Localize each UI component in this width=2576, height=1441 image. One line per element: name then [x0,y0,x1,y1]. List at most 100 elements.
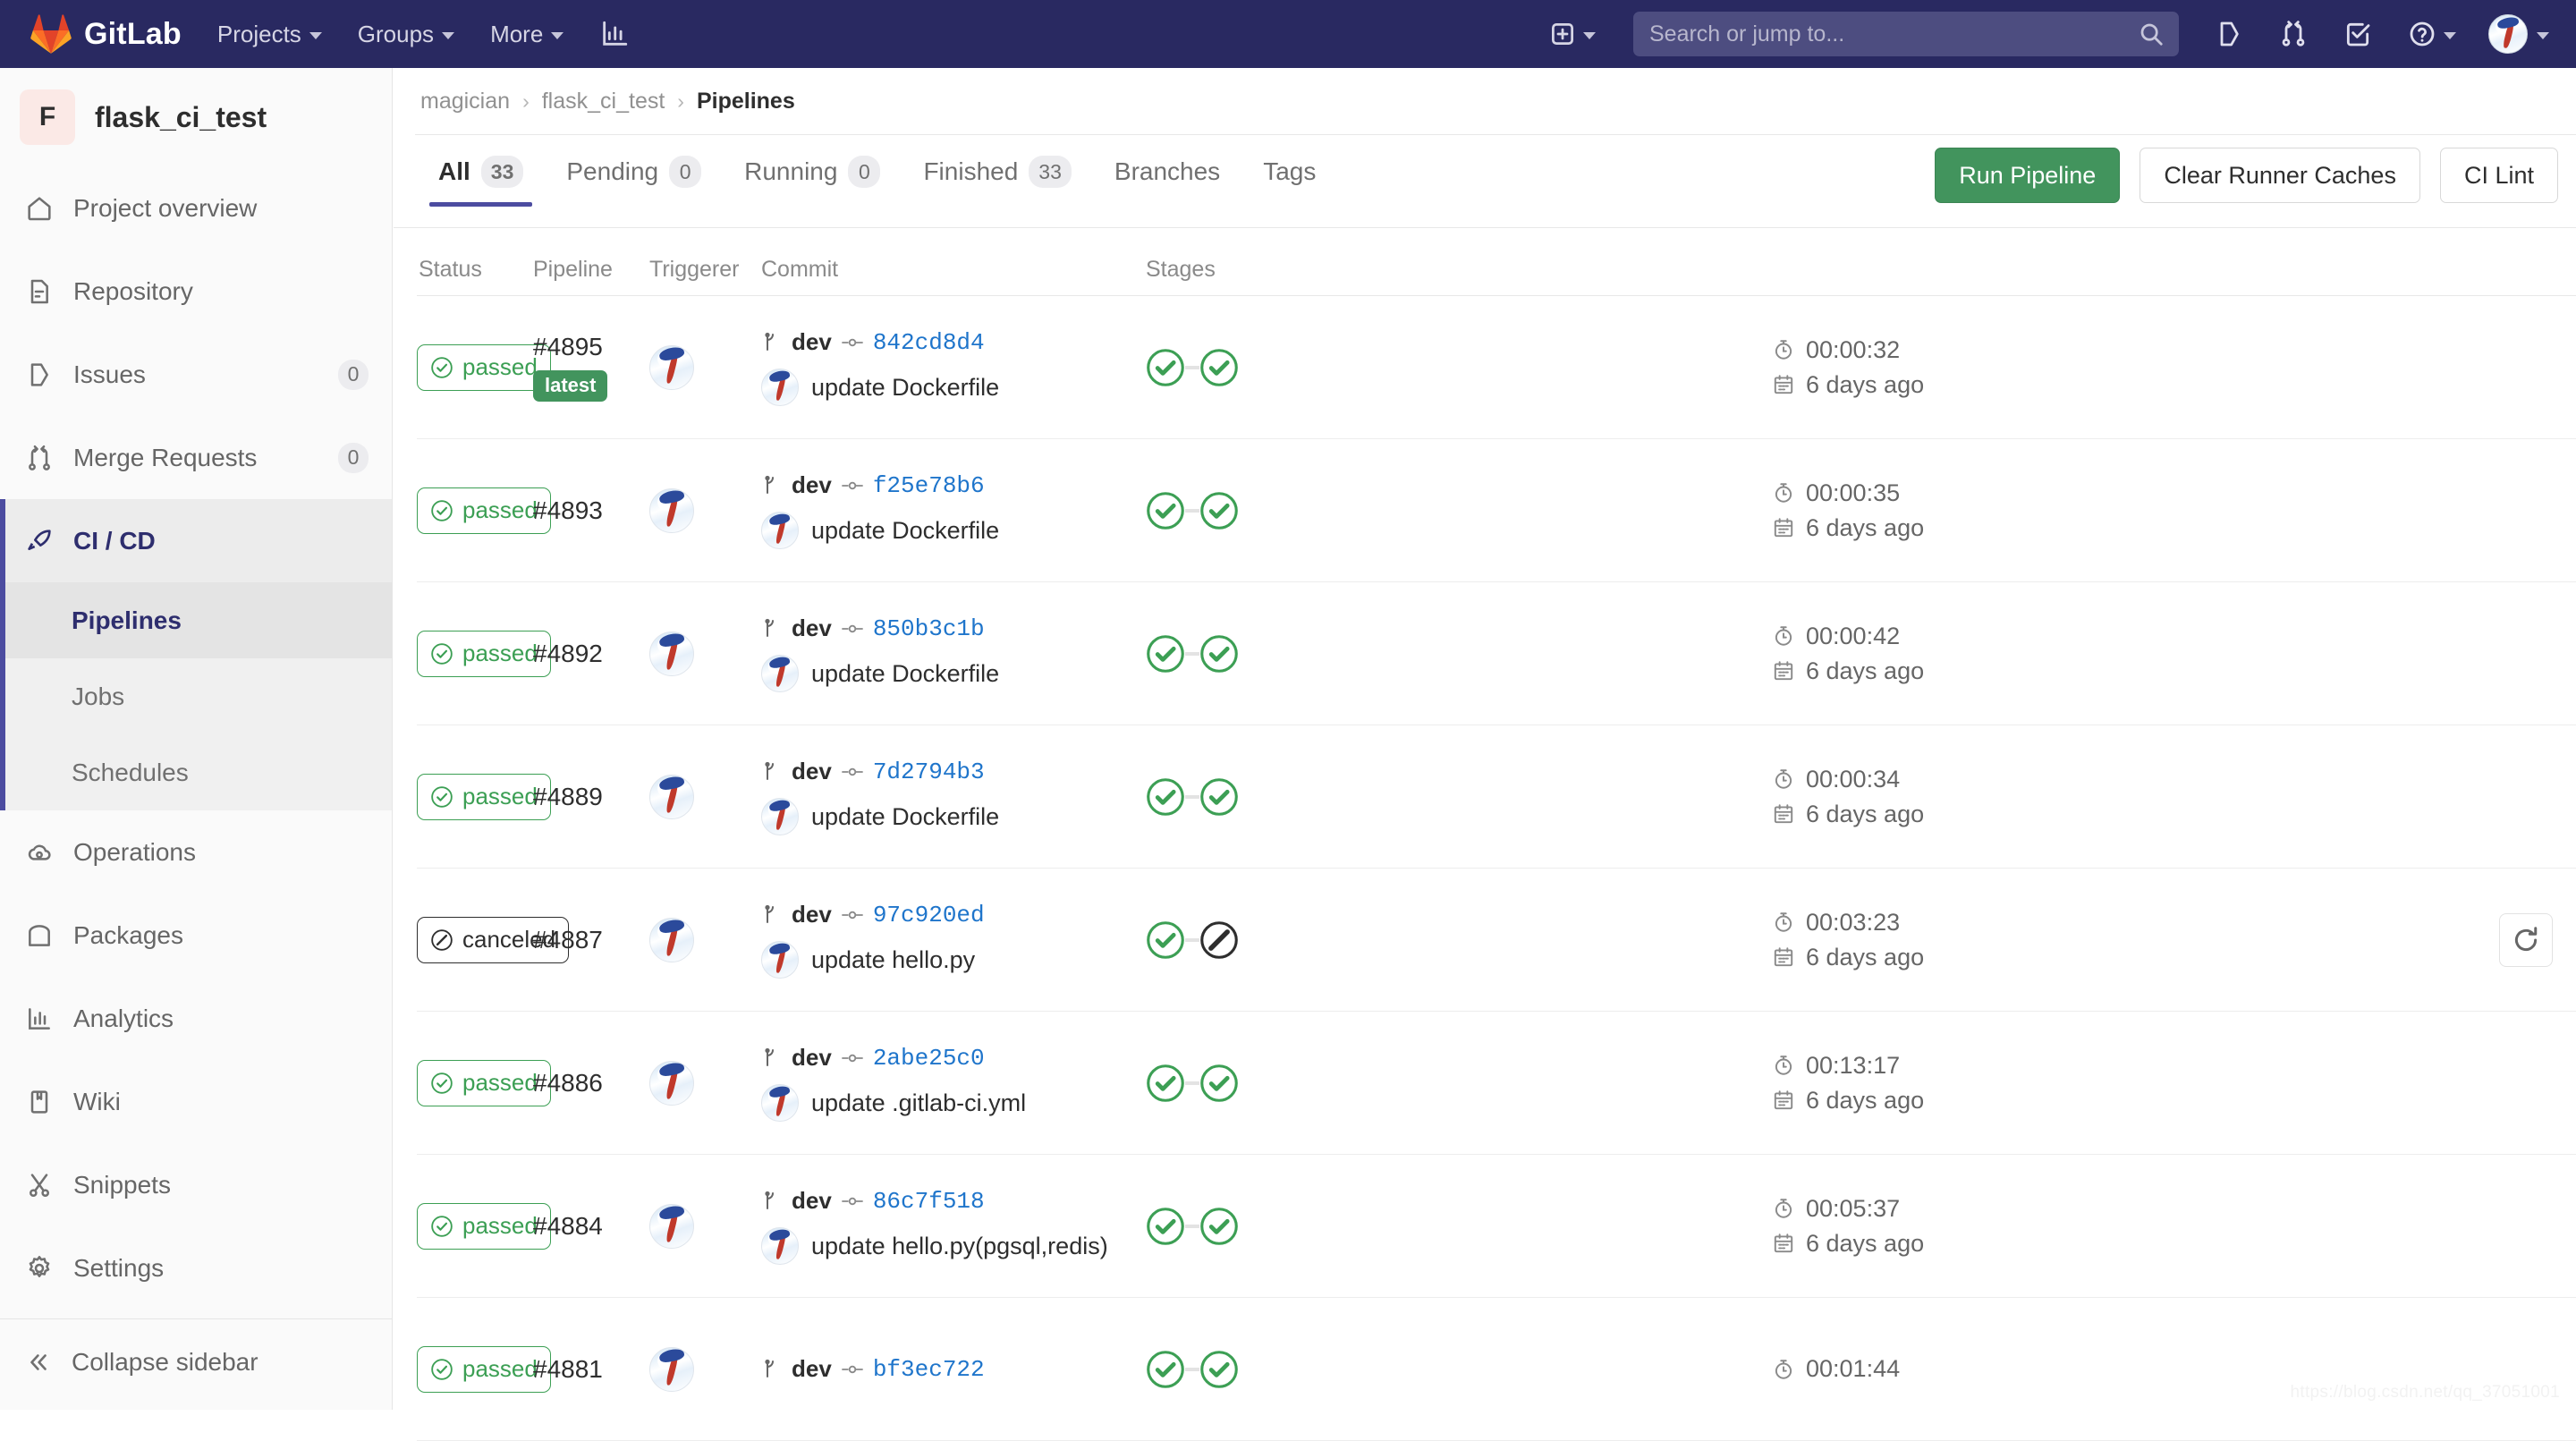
commit-branch-link[interactable]: dev [792,1355,832,1383]
stage-status-passed-icon[interactable] [1146,1207,1185,1246]
table-row[interactable]: passed#4893devf25e78b6update Dockerfile0… [417,439,2576,582]
triggerer-avatar[interactable] [649,631,694,676]
commit-sha-link[interactable]: 7d2794b3 [873,759,985,785]
commit-branch-link[interactable]: dev [792,328,832,356]
table-row[interactable]: passed#4886 dev 2abe25c0 update .gitlab-ci.… [417,1012,2576,1155]
stage-status-passed-icon[interactable] [1146,348,1185,387]
stage-status-passed-icon[interactable] [1199,1064,1239,1103]
sidebar-item-schedules[interactable]: Schedules [0,734,392,810]
pipeline-id-link[interactable]: #4881 [533,1355,603,1384]
triggerer-avatar[interactable] [649,488,694,533]
stage-status-passed-icon[interactable] [1199,1207,1239,1246]
issues-icon[interactable] [2215,20,2243,48]
commit-sha-link[interactable]: 842cd8d4 [873,329,985,356]
pipeline-id-link[interactable]: #4884 [533,1212,603,1241]
nav-more[interactable]: More [490,0,564,68]
commit-message-link[interactable]: update Dockerfile [811,803,999,831]
stage-status-passed-icon[interactable] [1146,634,1185,674]
commit-author-avatar[interactable] [761,941,799,979]
todos-checkbox-icon[interactable] [2343,20,2372,48]
tab-pending[interactable]: Pending 0 [545,139,723,205]
commit-sha-link[interactable]: f25e78b6 [873,472,985,499]
commit-sha-link[interactable]: 97c920ed [873,902,985,928]
stage-status-passed-icon[interactable] [1199,634,1239,674]
new-item-button[interactable] [1549,21,1596,47]
commit-author-avatar[interactable] [761,1084,799,1122]
tab-all[interactable]: All 33 [417,139,545,205]
triggerer-avatar[interactable] [649,1347,694,1392]
sidebar-item-settings[interactable]: Settings [0,1226,392,1310]
triggerer-avatar[interactable] [649,345,694,390]
ci-lint-button[interactable]: CI Lint [2440,148,2558,203]
stage-status-passed-icon[interactable] [1146,1350,1185,1389]
stage-status-passed-icon[interactable] [1199,1350,1239,1389]
commit-branch-link[interactable]: dev [792,901,832,928]
status-badge[interactable]: passed [417,774,551,820]
pipeline-id-link[interactable]: #4887 [533,926,603,954]
search-input[interactable] [1649,21,2138,47]
sidebar-item-ci-cd[interactable]: CI / CD [0,499,392,582]
status-badge[interactable]: passed [417,631,551,677]
commit-sha-link[interactable]: 86c7f518 [873,1188,985,1215]
triggerer-avatar[interactable] [649,1061,694,1106]
retry-pipeline-button[interactable] [2499,913,2553,967]
sidebar-item-pipelines[interactable]: Pipelines [0,582,392,658]
sidebar-item-issues[interactable]: Issues 0 [0,333,392,416]
commit-message-link[interactable]: update hello.py [811,946,975,974]
commit-author-avatar[interactable] [761,512,799,549]
stage-status-passed-icon[interactable] [1199,491,1239,530]
table-row[interactable]: passed#4892dev850b3c1bupdate Dockerfile0… [417,582,2576,725]
pipeline-id-link[interactable]: #4893 [533,496,603,525]
status-badge[interactable]: passed [417,1060,551,1106]
stage-status-passed-icon[interactable] [1146,1064,1185,1103]
triggerer-avatar[interactable] [649,775,694,819]
sidebar-item-snippets[interactable]: Snippets [0,1143,392,1226]
tab-tags[interactable]: Tags [1241,139,1337,205]
triggerer-avatar[interactable] [649,1204,694,1249]
pipeline-id-link[interactable]: #4886 [533,1069,603,1098]
sidebar-item-operations[interactable]: Operations [0,810,392,894]
commit-sha-link[interactable]: 2abe25c0 [873,1045,985,1072]
sidebar-item-merge-requests[interactable]: Merge Requests 0 [0,416,392,499]
commit-author-avatar[interactable] [761,369,799,406]
global-search-box[interactable] [1633,12,2179,56]
commit-branch-link[interactable]: dev [792,1187,832,1215]
stage-status-canceled-icon[interactable] [1199,920,1239,960]
merge-requests-icon[interactable] [2279,20,2308,48]
table-row[interactable]: passed#4884 dev 86c7f518 update hello.py(pg… [417,1155,2576,1298]
commit-author-avatar[interactable] [761,798,799,835]
collapse-sidebar-button[interactable]: Collapse sidebar [0,1319,392,1405]
commit-message-link[interactable]: update .gitlab-ci.yml [811,1089,1026,1117]
nav-groups[interactable]: Groups [358,0,454,68]
commit-message-link[interactable]: update Dockerfile [811,660,999,688]
status-badge[interactable]: passed [417,1346,551,1393]
status-badge[interactable]: passed [417,1203,551,1250]
status-badge[interactable]: passed [417,344,551,391]
gitlab-brand[interactable]: GitLab [30,14,182,54]
breadcrumb-item-magician[interactable]: magician [420,89,510,114]
commit-branch-link[interactable]: dev [792,758,832,785]
project-header[interactable]: F flask_ci_test [0,68,392,166]
commit-message-link[interactable]: update hello.py(pgsql,redis) [811,1233,1108,1260]
table-row[interactable]: passed#4889dev7d2794b3update Dockerfile0… [417,725,2576,869]
stage-status-passed-icon[interactable] [1199,348,1239,387]
stage-status-passed-icon[interactable] [1146,491,1185,530]
clear-runner-caches-button[interactable]: Clear Runner Caches [2140,148,2420,203]
commit-author-avatar[interactable] [761,655,799,692]
tab-branches[interactable]: Branches [1093,139,1241,205]
sidebar-item-jobs[interactable]: Jobs [0,658,392,734]
table-row[interactable]: passed#4895latestdev842cd8d4update Docke… [417,296,2576,439]
sidebar-item-packages[interactable]: Packages [0,894,392,977]
pipeline-id-link[interactable]: #4895 [533,333,603,361]
status-badge[interactable]: passed [417,487,551,534]
triggerer-avatar[interactable] [649,918,694,962]
stage-status-passed-icon[interactable] [1146,777,1185,817]
commit-branch-link[interactable]: dev [792,1044,832,1072]
stage-status-passed-icon[interactable] [1199,777,1239,817]
table-row[interactable]: canceled#4887dev97c920edupdate hello.py0… [417,869,2576,1012]
user-menu[interactable] [2488,14,2549,54]
commit-message-link[interactable]: update Dockerfile [811,374,999,402]
analytics-chart-icon[interactable] [599,19,630,49]
tab-running[interactable]: Running 0 [723,139,902,205]
commit-sha-link[interactable]: bf3ec722 [873,1356,985,1383]
